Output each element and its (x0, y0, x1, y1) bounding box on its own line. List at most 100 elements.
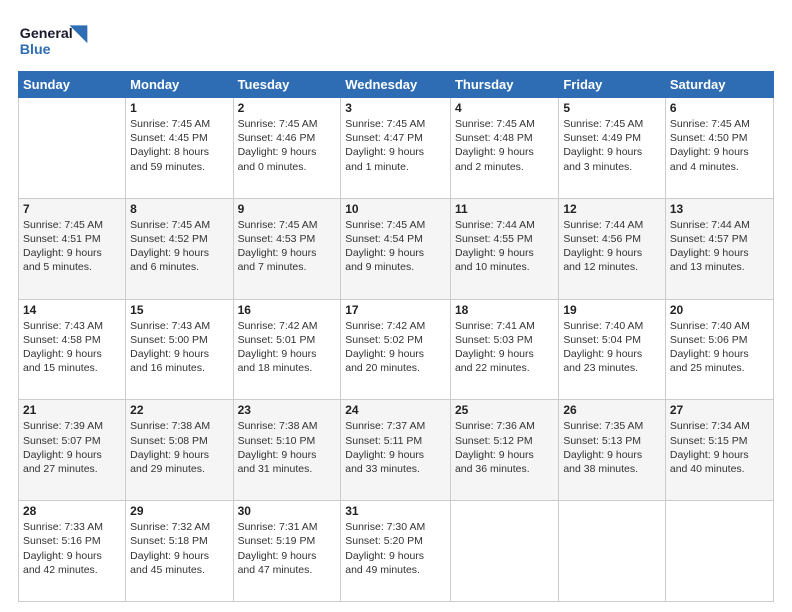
day-number: 24 (345, 403, 446, 417)
calendar-cell: 26 Sunrise: 7:35 AMSunset: 5:13 PMDayligh… (559, 400, 666, 501)
day-number: 16 (238, 303, 337, 317)
day-number: 22 (130, 403, 228, 417)
weekday-header-row: SundayMondayTuesdayWednesdayThursdayFrid… (19, 72, 774, 98)
day-info: Sunrise: 7:38 AMSunset: 5:08 PMDaylight:… (130, 419, 228, 476)
calendar-cell: 20Sunrise: 7:40 AMSunset: 5:06 PMDayligh… (665, 299, 773, 400)
weekday-header-friday: Friday (559, 72, 666, 98)
week-row-2: 7 Sunrise: 7:45 AMSunset: 4:51 PMDaylight… (19, 198, 774, 299)
day-number: 13 (670, 202, 769, 216)
day-info: Sunrise: 7:45 AMSunset: 4:52 PMDaylight:… (130, 218, 228, 275)
day-info: Sunrise: 7:45 AMSunset: 4:46 PMDaylight:… (238, 117, 337, 174)
day-info: Sunrise: 7:42 AMSunset: 5:01 PMDaylight:… (238, 319, 337, 376)
day-info: Sunrise: 7:40 AMSunset: 5:04 PMDaylight:… (563, 319, 661, 376)
day-info: Sunrise: 7:45 AMSunset: 4:50 PMDaylight:… (670, 117, 769, 174)
calendar-cell: 6 Sunrise: 7:45 AMSunset: 4:50 PMDaylight… (665, 98, 773, 199)
calendar-cell: 19 Sunrise: 7:40 AMSunset: 5:04 PMDayligh… (559, 299, 666, 400)
weekday-header-saturday: Saturday (665, 72, 773, 98)
weekday-header-tuesday: Tuesday (233, 72, 341, 98)
calendar-cell: 30 Sunrise: 7:31 AMSunset: 5:19 PMDayligh… (233, 501, 341, 602)
day-info: Sunrise: 7:45 AMSunset: 4:47 PMDaylight:… (345, 117, 446, 174)
week-row-5: 28 Sunrise: 7:33 AMSunset: 5:16 PMDayligh… (19, 501, 774, 602)
svg-text:Blue: Blue (20, 42, 51, 58)
day-number: 17 (345, 303, 446, 317)
day-info: Sunrise: 7:41 AMSunset: 5:03 PMDaylight:… (455, 319, 554, 376)
day-info: Sunrise: 7:38 AMSunset: 5:10 PMDaylight:… (238, 419, 337, 476)
day-info: Sunrise: 7:45 AMSunset: 4:54 PMDaylight:… (345, 218, 446, 275)
day-info: Sunrise: 7:44 AMSunset: 4:56 PMDaylight:… (563, 218, 661, 275)
calendar-cell: 22 Sunrise: 7:38 AMSunset: 5:08 PMDayligh… (126, 400, 233, 501)
day-number: 10 (345, 202, 446, 216)
day-number: 31 (345, 504, 446, 518)
day-number: 3 (345, 101, 446, 115)
calendar-cell: 4 Sunrise: 7:45 AMSunset: 4:48 PMDaylight… (450, 98, 558, 199)
day-info: Sunrise: 7:45 AMSunset: 4:49 PMDaylight:… (563, 117, 661, 174)
day-number: 1 (130, 101, 228, 115)
day-number: 30 (238, 504, 337, 518)
day-info: Sunrise: 7:45 AMSunset: 4:51 PMDaylight:… (23, 218, 121, 275)
day-info: Sunrise: 7:39 AMSunset: 5:07 PMDaylight:… (23, 419, 121, 476)
day-info: Sunrise: 7:42 AMSunset: 5:02 PMDaylight:… (345, 319, 446, 376)
logo: General Blue (18, 18, 98, 63)
calendar-cell: 24 Sunrise: 7:37 AMSunset: 5:11 PMDayligh… (341, 400, 451, 501)
calendar-cell: 25 Sunrise: 7:36 AMSunset: 5:12 PMDayligh… (450, 400, 558, 501)
calendar-cell: 16 Sunrise: 7:42 AMSunset: 5:01 PMDayligh… (233, 299, 341, 400)
day-info: Sunrise: 7:45 AMSunset: 4:53 PMDaylight:… (238, 218, 337, 275)
day-info: Sunrise: 7:30 AMSunset: 5:20 PMDaylight:… (345, 520, 446, 577)
calendar-cell: 10 Sunrise: 7:45 AMSunset: 4:54 PMDayligh… (341, 198, 451, 299)
day-info: Sunrise: 7:31 AMSunset: 5:19 PMDaylight:… (238, 520, 337, 577)
day-info: Sunrise: 7:45 AMSunset: 4:48 PMDaylight:… (455, 117, 554, 174)
week-row-4: 21Sunrise: 7:39 AMSunset: 5:07 PMDayligh… (19, 400, 774, 501)
calendar-table: SundayMondayTuesdayWednesdayThursdayFrid… (18, 71, 774, 602)
week-row-3: 14Sunrise: 7:43 AMSunset: 4:58 PMDayligh… (19, 299, 774, 400)
day-number: 4 (455, 101, 554, 115)
calendar-cell: 2 Sunrise: 7:45 AMSunset: 4:46 PMDaylight… (233, 98, 341, 199)
day-number: 28 (23, 504, 121, 518)
calendar-cell (559, 501, 666, 602)
calendar-cell (19, 98, 126, 199)
day-info: Sunrise: 7:36 AMSunset: 5:12 PMDaylight:… (455, 419, 554, 476)
calendar-cell (450, 501, 558, 602)
day-number: 12 (563, 202, 661, 216)
calendar-cell: 12 Sunrise: 7:44 AMSunset: 4:56 PMDayligh… (559, 198, 666, 299)
calendar-cell: 13 Sunrise: 7:44 AMSunset: 4:57 PMDayligh… (665, 198, 773, 299)
day-number: 11 (455, 202, 554, 216)
day-number: 23 (238, 403, 337, 417)
calendar-cell: 1Sunrise: 7:45 AMSunset: 4:45 PMDaylight… (126, 98, 233, 199)
day-number: 20 (670, 303, 769, 317)
day-number: 15 (130, 303, 228, 317)
calendar-cell: 8Sunrise: 7:45 AMSunset: 4:52 PMDaylight… (126, 198, 233, 299)
day-info: Sunrise: 7:43 AMSunset: 5:00 PMDaylight:… (130, 319, 228, 376)
calendar-cell: 29Sunrise: 7:32 AMSunset: 5:18 PMDayligh… (126, 501, 233, 602)
day-number: 29 (130, 504, 228, 518)
calendar-cell: 23 Sunrise: 7:38 AMSunset: 5:10 PMDayligh… (233, 400, 341, 501)
calendar-cell: 14Sunrise: 7:43 AMSunset: 4:58 PMDayligh… (19, 299, 126, 400)
day-info: Sunrise: 7:34 AMSunset: 5:15 PMDaylight:… (670, 419, 769, 476)
day-info: Sunrise: 7:33 AMSunset: 5:16 PMDaylight:… (23, 520, 121, 577)
day-info: Sunrise: 7:44 AMSunset: 4:55 PMDaylight:… (455, 218, 554, 275)
day-info: Sunrise: 7:43 AMSunset: 4:58 PMDaylight:… (23, 319, 121, 376)
calendar-cell: 17 Sunrise: 7:42 AMSunset: 5:02 PMDayligh… (341, 299, 451, 400)
day-info: Sunrise: 7:44 AMSunset: 4:57 PMDaylight:… (670, 218, 769, 275)
weekday-header-sunday: Sunday (19, 72, 126, 98)
day-number: 26 (563, 403, 661, 417)
day-number: 19 (563, 303, 661, 317)
calendar-cell (665, 501, 773, 602)
day-number: 25 (455, 403, 554, 417)
day-number: 2 (238, 101, 337, 115)
day-number: 9 (238, 202, 337, 216)
calendar-cell: 31 Sunrise: 7:30 AMSunset: 5:20 PMDayligh… (341, 501, 451, 602)
calendar-cell: 18 Sunrise: 7:41 AMSunset: 5:03 PMDayligh… (450, 299, 558, 400)
header: General Blue (18, 18, 774, 63)
day-info: Sunrise: 7:35 AMSunset: 5:13 PMDaylight:… (563, 419, 661, 476)
calendar-cell: 11 Sunrise: 7:44 AMSunset: 4:55 PMDayligh… (450, 198, 558, 299)
page: General Blue SundayMondayTuesdayWednesda… (0, 0, 792, 612)
day-number: 7 (23, 202, 121, 216)
calendar-cell: 27Sunrise: 7:34 AMSunset: 5:15 PMDayligh… (665, 400, 773, 501)
day-number: 18 (455, 303, 554, 317)
weekday-header-thursday: Thursday (450, 72, 558, 98)
day-number: 6 (670, 101, 769, 115)
calendar-cell: 7 Sunrise: 7:45 AMSunset: 4:51 PMDaylight… (19, 198, 126, 299)
calendar-cell: 3 Sunrise: 7:45 AMSunset: 4:47 PMDaylight… (341, 98, 451, 199)
weekday-header-wednesday: Wednesday (341, 72, 451, 98)
day-info: Sunrise: 7:37 AMSunset: 5:11 PMDaylight:… (345, 419, 446, 476)
